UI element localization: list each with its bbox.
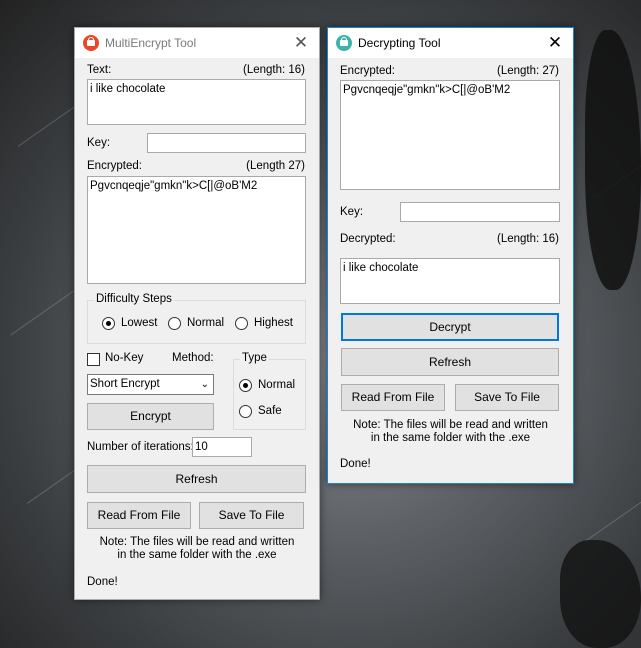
- refresh-button[interactable]: Refresh: [87, 465, 306, 493]
- window-title: MultiEncrypt Tool: [105, 36, 197, 50]
- key-input[interactable]: [400, 202, 560, 222]
- decrypt-button[interactable]: Decrypt: [341, 313, 559, 341]
- encrypt-button[interactable]: Encrypt: [87, 403, 214, 430]
- refresh-button[interactable]: Refresh: [341, 348, 559, 376]
- note-line-1: Note: The files will be read and written: [353, 419, 548, 431]
- nokey-checkbox[interactable]: [87, 353, 100, 366]
- radio-normal-label: Normal: [187, 317, 225, 329]
- key-label: Key:: [340, 206, 364, 218]
- radio-lowest[interactable]: [102, 317, 115, 330]
- save-to-file-button[interactable]: Save To File: [455, 384, 559, 411]
- status-text: Done!: [87, 576, 118, 588]
- encrypted-length: (Length: 27): [496, 65, 559, 77]
- lock-icon: [83, 35, 99, 51]
- type-group: Type Normal Safe: [233, 352, 306, 430]
- close-button[interactable]: ✕: [545, 33, 565, 53]
- unlock-icon: [336, 35, 352, 51]
- chevron-down-icon: ⌄: [200, 379, 209, 390]
- radio-highest[interactable]: [235, 317, 248, 330]
- radio-type-safe-label: Safe: [258, 405, 282, 417]
- decrypted-length: (Length: 16): [496, 233, 559, 245]
- key-input[interactable]: [147, 133, 306, 153]
- radio-type-normal[interactable]: [239, 379, 252, 392]
- decrypted-output[interactable]: i like chocolate: [340, 258, 560, 304]
- note-line-2: in the same folder with the .exe: [370, 432, 531, 444]
- close-button[interactable]: ✕: [291, 33, 311, 53]
- difficulty-group-label: Difficulty Steps: [94, 293, 174, 305]
- iterations-label: Number of iterations:: [87, 441, 194, 453]
- method-label: Method:: [172, 352, 214, 364]
- radio-normal[interactable]: [168, 317, 181, 330]
- window-title: Decrypting Tool: [358, 36, 441, 50]
- multiencrypt-window: MultiEncrypt Tool ✕ Text: (Length: 16) i…: [74, 27, 320, 600]
- text-label: Text:: [87, 64, 112, 76]
- encrypted-input[interactable]: Pgvcnqeqje"gmkn"k>C[|@oB'M2: [340, 80, 560, 190]
- read-from-file-button[interactable]: Read From File: [87, 502, 191, 529]
- key-label: Key:: [87, 137, 111, 149]
- encrypted-label: Encrypted:: [340, 65, 395, 77]
- nokey-label: No-Key: [105, 352, 144, 364]
- note-line-1: Note: The files will be read and written: [99, 536, 295, 548]
- title-bar: Decrypting Tool ✕: [328, 28, 573, 58]
- text-length: (Length: 16): [242, 64, 305, 76]
- type-group-label: Type: [240, 352, 269, 364]
- encrypted-label: Encrypted:: [87, 160, 142, 172]
- read-from-file-button[interactable]: Read From File: [341, 384, 445, 411]
- radio-type-normal-label: Normal: [258, 379, 296, 391]
- iterations-input[interactable]: 10: [192, 437, 252, 457]
- text-input[interactable]: i like chocolate: [87, 79, 306, 125]
- method-select[interactable]: Short Encrypt ⌄: [87, 374, 214, 395]
- radio-highest-label: Highest: [254, 317, 293, 329]
- decrypting-window: Decrypting Tool ✕ Encrypted: (Length: 27…: [327, 27, 574, 484]
- radio-lowest-label: Lowest: [121, 317, 158, 329]
- title-bar: MultiEncrypt Tool ✕: [75, 28, 319, 58]
- status-text: Done!: [340, 458, 371, 470]
- decrypted-label: Decrypted:: [340, 233, 396, 245]
- difficulty-group: Difficulty Steps Lowest Normal Highest: [87, 293, 306, 344]
- save-to-file-button[interactable]: Save To File: [199, 502, 304, 529]
- radio-type-safe[interactable]: [239, 405, 252, 418]
- encrypted-output[interactable]: Pgvcnqeqje"gmkn"k>C[|@oB'M2: [87, 176, 306, 284]
- note-line-2: in the same folder with the .exe: [117, 549, 277, 561]
- method-select-value: Short Encrypt: [90, 378, 160, 390]
- encrypted-length: (Length 27): [246, 160, 305, 172]
